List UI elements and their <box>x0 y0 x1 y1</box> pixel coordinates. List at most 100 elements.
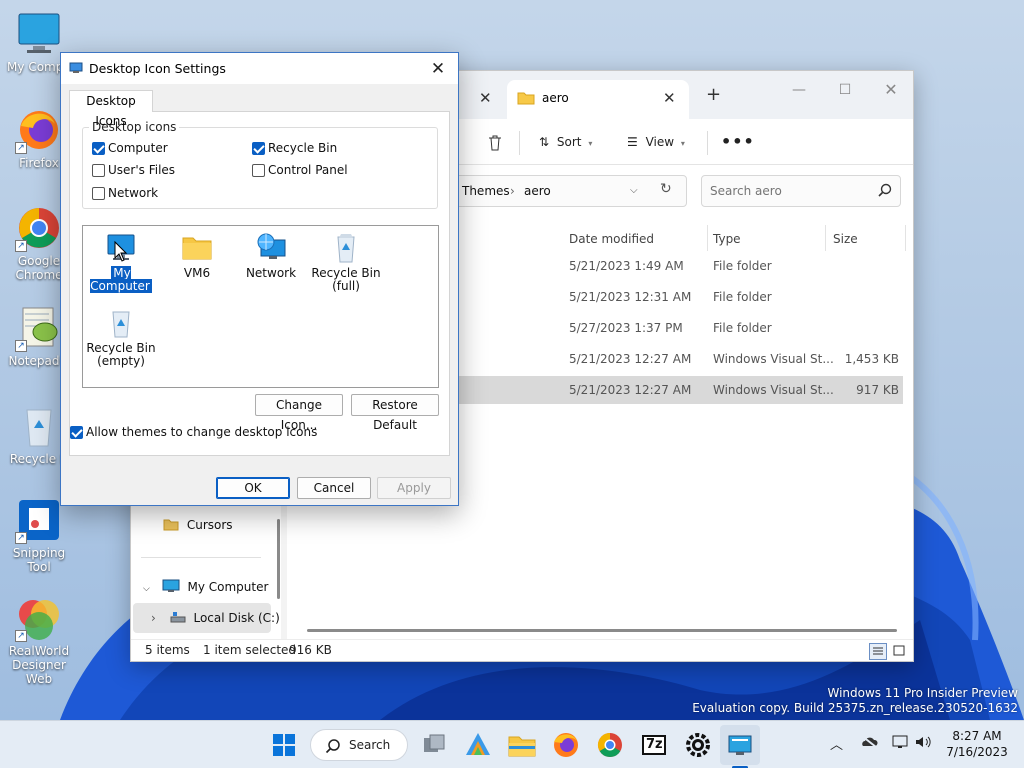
volume-icon[interactable] <box>914 734 932 754</box>
column-separator <box>825 225 826 251</box>
ok-button[interactable]: OK <box>216 477 290 499</box>
close-icon[interactable]: ✕ <box>479 89 492 107</box>
sort-button[interactable]: ⇅ Sort ▾ <box>539 130 592 154</box>
list-item-network[interactable]: Network <box>233 232 309 280</box>
close-icon[interactable]: ✕ <box>423 56 453 82</box>
chevron-down-icon[interactable]: ⌵ <box>630 185 638 196</box>
clock-date: 7/16/2023 <box>946 745 1008 759</box>
desktop-icons-group: Desktop icons Computer Recycle Bin User'… <box>82 120 438 209</box>
checkbox-unchecked-icon[interactable] <box>92 164 105 177</box>
chevron-up-icon[interactable]: ︿ <box>830 734 843 753</box>
chevron-right-icon[interactable]: › <box>151 611 156 625</box>
clock-time: 8:27 AM <box>952 729 1002 743</box>
search-icon[interactable] <box>878 183 892 200</box>
folder-icon <box>517 90 535 108</box>
checkbox-unchecked-icon[interactable] <box>252 164 265 177</box>
cancel-button[interactable]: Cancel <box>297 477 371 499</box>
view-button[interactable]: ☰ View ▾ <box>627 130 685 154</box>
firefox-icon[interactable] <box>550 729 582 761</box>
close-tab-icon[interactable]: ✕ <box>663 89 676 107</box>
cell-date: 5/21/2023 1:49 AM <box>569 259 684 273</box>
sort-icon: ⇅ <box>539 135 550 149</box>
file-explorer-icon[interactable] <box>506 729 538 761</box>
column-size[interactable]: Size <box>833 227 858 251</box>
firefox-icon: ↗ <box>15 106 63 154</box>
display-settings-icon <box>69 61 83 75</box>
network-status-icon[interactable] <box>892 734 910 754</box>
list-item-my-computer[interactable]: My Computer <box>83 232 159 294</box>
nav-label: Local Disk (C:) <box>193 611 280 625</box>
desktop-icon-realworld[interactable]: ↗ RealWorld Designer Web <box>0 594 78 686</box>
apply-button[interactable]: Apply <box>377 477 451 499</box>
desktop-icon-snipping-tool[interactable]: ↗ Snipping Tool <box>0 496 78 574</box>
column-date-modified[interactable]: Date modified <box>569 227 654 251</box>
settings-gear-icon[interactable] <box>682 729 714 761</box>
search-box[interactable] <box>701 175 901 207</box>
taskbar-search[interactable]: Search <box>310 729 408 761</box>
checkbox-checked-icon[interactable] <box>252 142 265 155</box>
clock[interactable]: 8:27 AM 7/16/2023 <box>942 728 1012 760</box>
watermark-build: Evaluation copy. Build 25375.zn_release.… <box>692 701 1018 715</box>
horizontal-scrollbar[interactable] <box>307 629 897 632</box>
list-item-recycle-bin-empty[interactable]: Recycle Bin (empty) <box>83 307 159 368</box>
nav-item-cursors[interactable]: Cursors <box>163 513 233 537</box>
chevron-down-icon[interactable]: ⌵ <box>143 584 150 594</box>
breadcrumb-aero[interactable]: aero <box>524 184 551 198</box>
address-box[interactable]: Themes › aero ⌵ ↻ <box>451 175 687 207</box>
notepadpp-icon: ↗ <box>15 304 63 352</box>
chrome-icon[interactable] <box>594 729 626 761</box>
folder-icon <box>163 519 179 531</box>
checkbox-unchecked-icon[interactable] <box>92 187 105 200</box>
checkbox-checked-icon[interactable] <box>70 426 83 439</box>
nav-scrollbar[interactable] <box>277 519 280 599</box>
change-icon-button[interactable]: Change Icon... <box>255 394 343 432</box>
nav-item-my-computer[interactable]: ⌵ My Computer <box>143 575 268 599</box>
realworld-icon: ↗ <box>15 594 63 642</box>
nav-item-local-disk[interactable]: › Local Disk (C:) <box>151 606 280 630</box>
desktop-icon-settings-taskbar-icon[interactable] <box>724 729 756 761</box>
recycle-bin-icon <box>15 402 63 450</box>
list-item-vm6[interactable]: VM6 <box>159 232 235 280</box>
list-item-recycle-bin-full[interactable]: Recycle Bin (full) <box>308 232 384 293</box>
tiles-view-icon[interactable] <box>891 643 909 660</box>
cell-type: File folder <box>713 290 772 304</box>
more-options-button[interactable]: ••• <box>721 130 755 154</box>
task-view-icon[interactable] <box>418 729 450 761</box>
nav-divider <box>141 557 261 558</box>
delete-icon[interactable] <box>487 130 507 154</box>
copilot-icon[interactable] <box>462 729 494 761</box>
column-type[interactable]: Type <box>713 227 741 251</box>
seven-zip-icon[interactable]: 7z <box>638 729 670 761</box>
maximize-icon[interactable]: ☐ <box>823 75 867 105</box>
search-icon <box>325 738 341 757</box>
shortcut-arrow-icon: ↗ <box>15 340 27 352</box>
status-size: 916 KB <box>289 643 332 657</box>
shortcut-arrow-icon: ↗ <box>15 240 27 252</box>
checkbox-label: Computer <box>108 141 168 155</box>
toolbar-separator <box>519 131 520 155</box>
explorer-tab-aero[interactable]: aero ✕ <box>507 80 689 119</box>
nav-label: My Computer <box>187 580 269 594</box>
folder-icon <box>181 232 213 264</box>
icon-list-view: My Computer VM6 Network Recycle Bin (ful… <box>82 225 439 388</box>
restore-default-button[interactable]: Restore Default <box>351 394 439 432</box>
search-input[interactable] <box>710 182 870 200</box>
dialog-titlebar[interactable]: Desktop Icon Settings ✕ <box>61 53 458 84</box>
start-button[interactable] <box>268 729 300 761</box>
minimize-icon[interactable]: — <box>777 75 821 105</box>
new-tab-icon[interactable]: + <box>706 84 721 105</box>
desktop-icon-settings-dialog: Desktop Icon Settings ✕ Desktop Icons De… <box>60 52 459 506</box>
breadcrumb-themes[interactable]: Themes <box>462 184 510 198</box>
chevron-down-icon: ▾ <box>588 139 593 148</box>
cell-size: 917 KB <box>856 383 899 397</box>
explorer-tab-previous[interactable]: ✕ <box>459 80 505 119</box>
checkbox-checked-icon[interactable] <box>92 142 105 155</box>
details-view-icon[interactable] <box>869 643 887 660</box>
cell-type: File folder <box>713 321 772 335</box>
close-window-icon[interactable]: ✕ <box>869 75 913 105</box>
watermark-edition: Windows 11 Pro Insider Preview <box>827 686 1018 700</box>
seven-zip-label: 7z <box>646 737 663 752</box>
onedrive-icon[interactable] <box>860 734 878 752</box>
tab-desktop-icons[interactable]: Desktop Icons <box>69 90 153 128</box>
refresh-icon[interactable]: ↻ <box>660 181 672 197</box>
